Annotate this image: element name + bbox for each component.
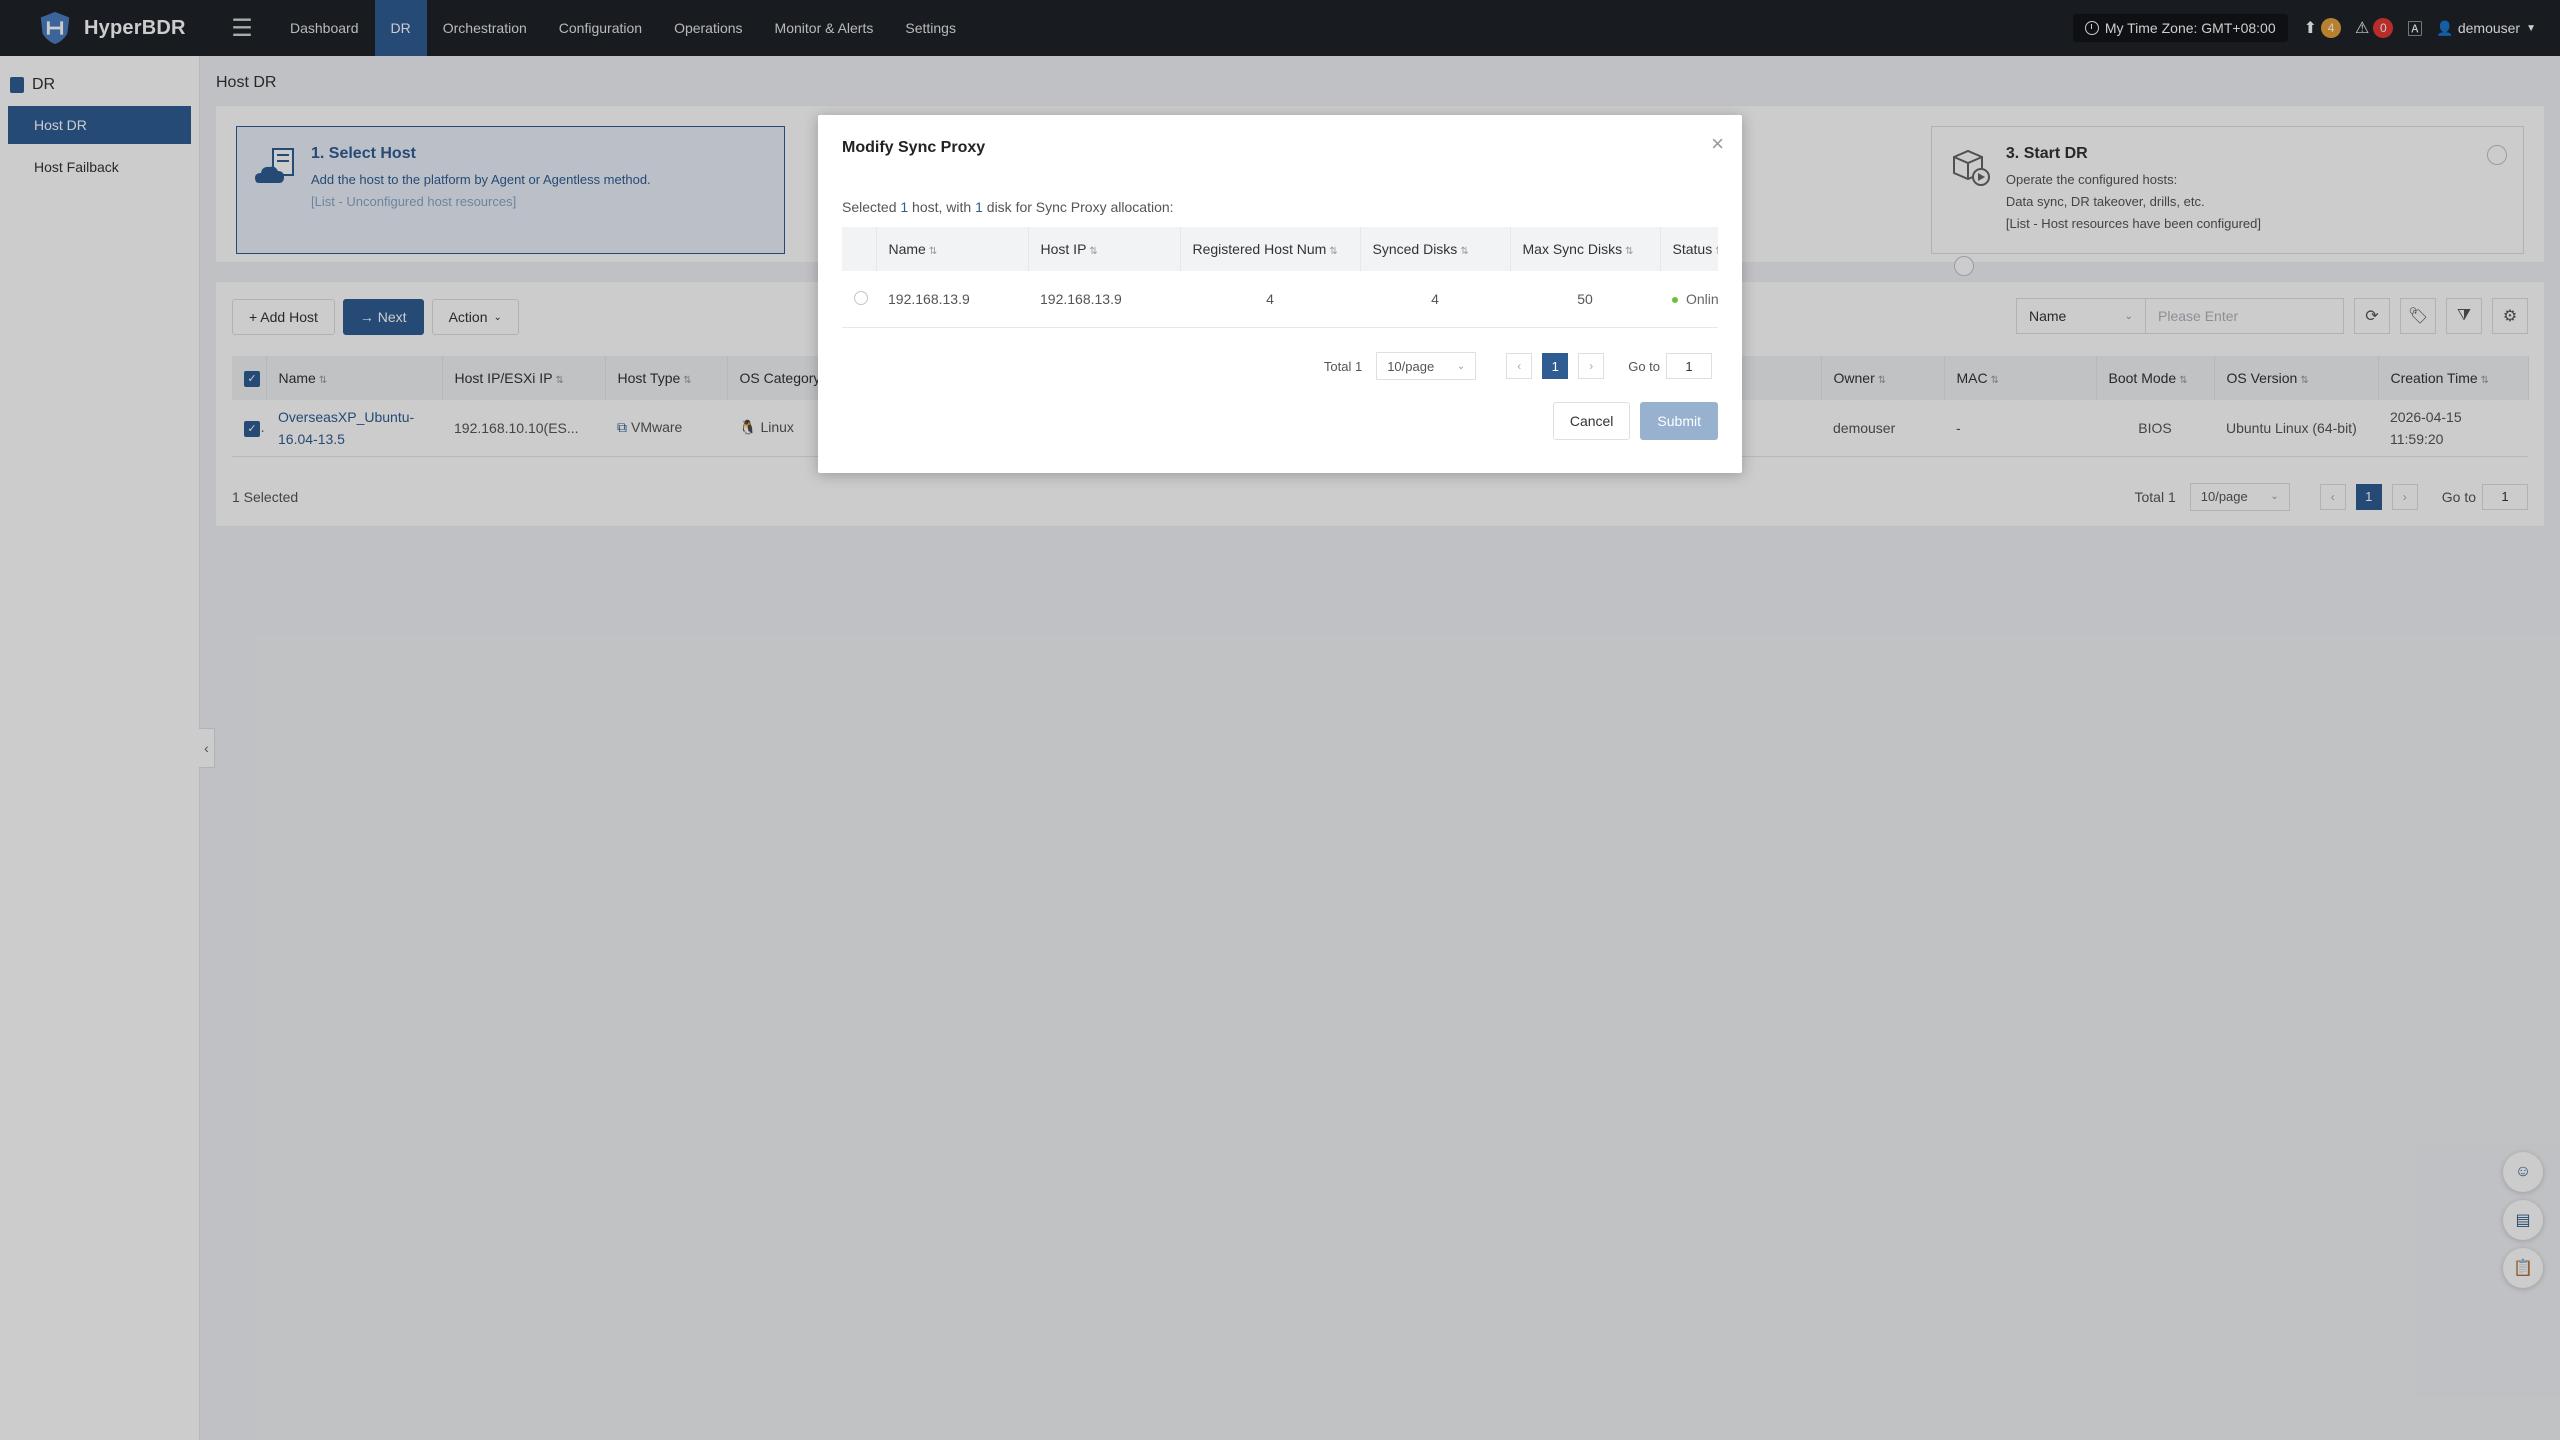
dialog-goto-input[interactable]: 1 (1666, 353, 1712, 379)
col-registered-host-num[interactable]: Registered Host Num ⇅ (1180, 227, 1361, 271)
proxy-host-ip: 192.168.13.9 (1040, 291, 1122, 307)
proxy-radio[interactable] (842, 271, 876, 327)
status-dot-icon (1672, 297, 1678, 304)
table-row[interactable]: 192.168.13.9 192.168.13.9 4 4 50 Online (842, 271, 1718, 327)
registered-host-num: 4 (1266, 291, 1274, 307)
dialog-prev-page-button[interactable]: ‹ (1506, 353, 1533, 379)
dialog-pagination: Total 1 10/page ⌄ ‹ 1 › Go to 1 (842, 352, 1718, 380)
dialog-total: Total 1 (1323, 358, 1363, 374)
proxy-table-wrap[interactable]: Name ⇅ Host IP ⇅ Registered Host Num ⇅ Sync… (842, 227, 1718, 328)
host-count: 1 (900, 199, 909, 215)
dialog-actions: Cancel Submit (842, 402, 1718, 440)
max-sync-disks: 50 (1577, 291, 1593, 307)
modify-sync-proxy-dialog: Modify Sync Proxy × Selected 1 host, wit… (818, 115, 1742, 473)
col-status[interactable]: Status⇅ (1660, 227, 1718, 271)
dialog-info: Selected 1 host, with 1 disk for Sync Pr… (842, 199, 1174, 215)
col-select (842, 227, 877, 271)
dialog-page-size-select[interactable]: 10/page ⌄ (1376, 352, 1477, 380)
dialog-title: Modify Sync Proxy (842, 139, 986, 156)
col-max-sync-disks[interactable]: Max Sync Disks ⇅ (1510, 227, 1661, 271)
proxy-status: Online (1660, 271, 1718, 327)
dialog-next-page-button[interactable]: › (1578, 353, 1605, 379)
col-proxy-name[interactable]: Name ⇅ (876, 227, 1029, 271)
dialog-goto-label: Go to (1628, 358, 1660, 374)
chevron-down-icon: ⌄ (1456, 360, 1466, 372)
disk-count: 1 (975, 199, 983, 215)
cancel-button[interactable]: Cancel (1552, 402, 1631, 440)
synced-disks: 4 (1431, 291, 1439, 307)
close-icon[interactable]: × (1711, 131, 1724, 157)
submit-button[interactable]: Submit (1640, 402, 1718, 440)
dialog-goto-page: Go to 1 (1628, 353, 1712, 379)
proxy-table: Name ⇅ Host IP ⇅ Registered Host Num ⇅ Sync… (842, 227, 1718, 327)
dialog-page-number[interactable]: 1 (1542, 353, 1569, 379)
col-proxy-host-ip[interactable]: Host IP ⇅ (1028, 227, 1181, 271)
proxy-name: 192.168.13.9 (888, 291, 970, 307)
col-synced-disks[interactable]: Synced Disks ⇅ (1360, 227, 1511, 271)
